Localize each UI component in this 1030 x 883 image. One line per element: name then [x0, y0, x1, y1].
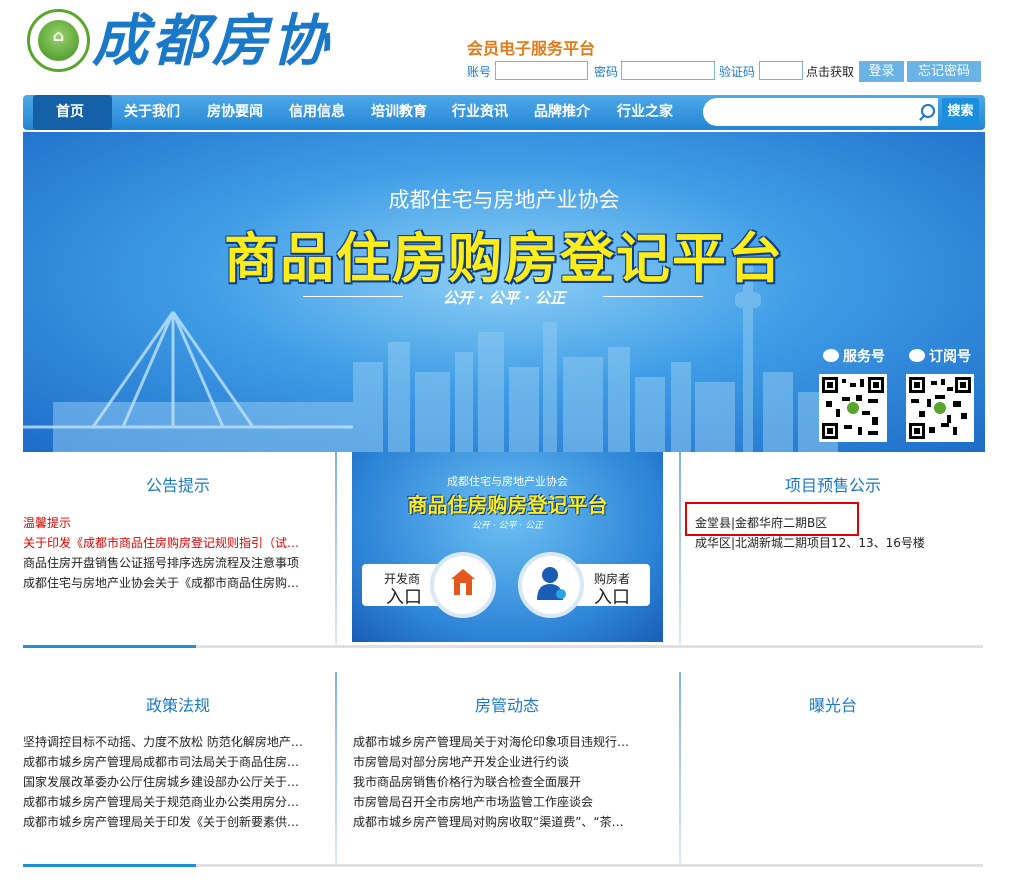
housing-news-item[interactable]: 市房管局对部分房地产开发企业进行约谈 [353, 752, 635, 772]
buyer-entry-label-main: 入口 [594, 587, 630, 608]
column-divider [335, 452, 337, 647]
housing-news-item[interactable]: 我市商品房销售价格行为联合检查全面展开 [353, 772, 635, 792]
house-icon [451, 569, 475, 595]
search-icon[interactable] [921, 104, 935, 118]
policy-title: 政策法规 [145, 696, 210, 715]
nav-item-industry-info[interactable]: 行业资讯 [452, 95, 508, 130]
nav-item-about[interactable]: 关于我们 [124, 95, 180, 130]
qr-code-service [819, 374, 887, 442]
banner-title: 商品住房购房登记平台 [224, 227, 784, 290]
logo-emblem: ⌂ [27, 9, 90, 72]
notice-item[interactable]: 商品住房开盘销售公证摇号排序选房流程及注意事项 [23, 553, 308, 573]
housing-news-list: 成都市城乡房产管理局关于对海伦印象项目违规行为的通报 市房管局对部分房地产开发企… [353, 732, 635, 832]
presale-panel: 项目预售公示 金堂县|金都华府二期B区 成华区|北湖新城二期项目12、13、16… [681, 452, 985, 642]
policy-item[interactable]: 成都市城乡房产管理局关于印发《关于创新要素供给的通知》 [23, 812, 305, 832]
housing-news-item[interactable]: 成都市城乡房产管理局关于对海伦印象项目违规行为的通报 [353, 732, 635, 752]
search-input[interactable] [703, 98, 938, 126]
section-divider [23, 645, 983, 648]
developer-entry-icon-circle[interactable] [430, 552, 496, 618]
presale-item[interactable]: 成华区|北湖新城二期项目12、13、16号楼 [695, 533, 975, 553]
policy-item[interactable]: 成都市城乡房产管理局关于规范商业办公类用房分割销售的通知 [23, 792, 305, 812]
nav-item-home[interactable]: 首页 [56, 95, 84, 130]
account-input[interactable] [495, 61, 588, 80]
notice-item[interactable]: 温馨提示 [23, 513, 308, 533]
policy-list: 坚持调控目标不动摇、力度不放松 防范化解房地产市场风险 成都市城乡房产管理局成都… [23, 732, 305, 832]
nav-item-news[interactable]: 房协要闻 [207, 95, 263, 130]
get-captcha-link[interactable]: 点击获取 [806, 63, 854, 80]
registration-title: 商品住房购房登记平台 [407, 493, 608, 517]
housing-news-title: 房管动态 [474, 696, 539, 715]
wechat-icon [909, 349, 925, 362]
banner-slogan-divider-right [603, 296, 703, 297]
nav-item-training[interactable]: 培训教育 [371, 95, 427, 130]
qr-code-subscribe [906, 374, 974, 442]
policy-panel: 政策法规 坚持调控目标不动摇、力度不放松 防范化解房地产市场风险 成都市城乡房产… [23, 672, 333, 862]
captcha-input[interactable] [759, 61, 803, 80]
housing-news-item[interactable]: 市房管局召开全市房地产市场监管工作座谈会 [353, 792, 635, 812]
person-icon [537, 567, 566, 600]
notice-panel: 公告提示 温馨提示 关于印发《成都市商品住房购房登记规则指引（试行）》的通知 商… [23, 452, 333, 642]
policy-item[interactable]: 国家发展改革委办公厅住房城乡建设部办公厅关于印发通知 [23, 772, 305, 792]
wechat-icon [823, 349, 839, 362]
nav-item-industry-home[interactable]: 行业之家 [617, 95, 673, 130]
logo-emblem-glyph: ⌂ [52, 26, 65, 45]
qr-service-label: 服务号 [823, 346, 885, 366]
logo-text: 成都房协 [92, 8, 332, 74]
qr-subscribe-label-text: 订阅号 [929, 349, 971, 365]
qr-subscribe-label: 订阅号 [909, 346, 971, 366]
housing-news-panel: 房管动态 成都市城乡房产管理局关于对海伦印象项目违规行为的通报 市房管局对部分房… [337, 672, 677, 862]
password-input[interactable] [621, 61, 715, 80]
member-platform-title: 会员电子服务平台 [467, 39, 596, 58]
nav-item-brand[interactable]: 品牌推介 [534, 95, 590, 130]
forgot-password-button[interactable]: 忘记密码 [907, 61, 981, 82]
policy-item[interactable]: 成都市城乡房产管理局成都市司法局关于商品住房交易的通知 [23, 752, 305, 772]
registration-slogan: 公开 · 公平 · 公正 [471, 521, 544, 531]
login-button[interactable]: 登录 [859, 61, 904, 82]
password-label: 密码 [594, 65, 619, 79]
developer-entry-label-main: 入口 [386, 587, 422, 608]
qr-code-icon [822, 377, 884, 439]
banner-subtitle: 成都住宅与房地产业协会 [388, 188, 620, 212]
search-button[interactable]: 搜索 [942, 98, 979, 126]
hero-banner[interactable]: 成都住宅与房地产业协会 商品住房购房登记平台 公开 · 公平 · 公正 服务号 … [23, 132, 985, 452]
notice-title: 公告提示 [145, 476, 210, 495]
account-label: 账号 [467, 65, 492, 79]
section-divider [23, 864, 983, 867]
buyer-entry-icon-circle[interactable] [518, 552, 584, 618]
captcha-label: 验证码 [719, 65, 756, 79]
banner-slogan: 公开 · 公平 · 公正 [442, 289, 566, 307]
registration-platform-card: 成都住宅与房地产业协会 商品住房购房登记平台 公开 · 公平 · 公正 开发商 … [352, 452, 663, 642]
notice-item[interactable]: 关于印发《成都市商品住房购房登记规则指引（试行）》的通知 [23, 533, 308, 553]
exposure-title: 曝光台 [808, 696, 857, 715]
registration-subtitle: 成都住宅与房地产业协会 [447, 475, 568, 488]
policy-item[interactable]: 坚持调控目标不动摇、力度不放松 防范化解房地产市场风险 [23, 732, 305, 752]
qr-service-label-text: 服务号 [843, 349, 885, 365]
qr-code-icon [909, 377, 971, 439]
housing-news-item[interactable]: 成都市城乡房产管理局对购房收取“渠道费”、“茶水费”的通报 [353, 812, 635, 832]
highlight-box [685, 502, 859, 536]
nav-item-credit[interactable]: 信用信息 [289, 95, 345, 130]
presale-title: 项目预售公示 [784, 476, 881, 495]
main-nav: 首页 关于我们 房协要闻 信用信息 培训教育 行业资讯 品牌推介 行业之家 搜索 [23, 95, 985, 130]
notice-item[interactable]: 成都住宅与房地产业协会关于《成都市商品住房购房登记规则指引》的说明 [23, 573, 308, 593]
notice-list: 温馨提示 关于印发《成都市商品住房购房登记规则指引（试行）》的通知 商品住房开盘… [23, 513, 308, 593]
exposure-panel: 曝光台 [681, 672, 985, 862]
